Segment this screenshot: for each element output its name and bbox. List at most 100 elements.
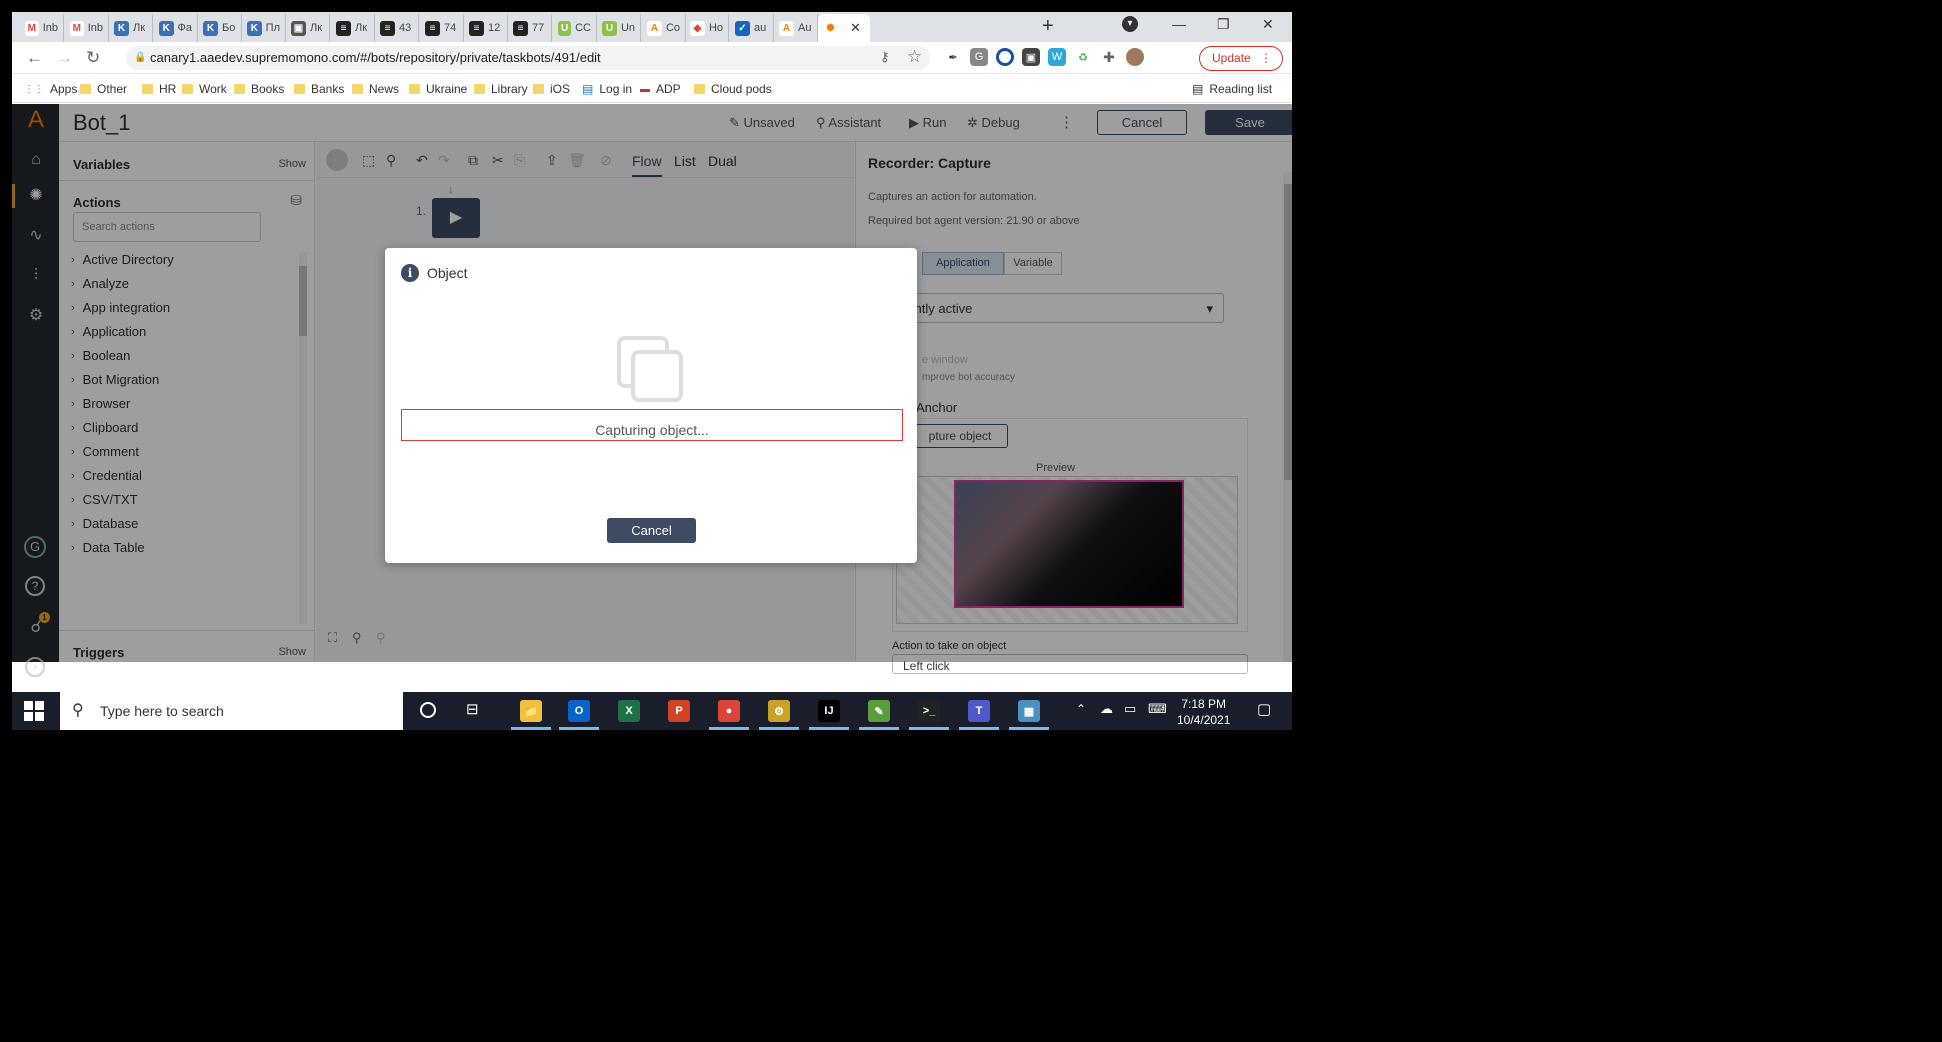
- close-tab-icon[interactable]: ✕: [850, 20, 861, 36]
- taskbar-app-icon[interactable]: IJ: [818, 700, 840, 722]
- tab-label: Лк: [355, 22, 368, 34]
- tray-chevron-icon[interactable]: ⌃: [1076, 702, 1086, 716]
- browser-tab[interactable]: A Au: [774, 14, 818, 42]
- bookmark-item[interactable]: Banks: [294, 82, 344, 96]
- browser-tab[interactable]: K Пл: [242, 14, 286, 42]
- tab-label: Au: [798, 22, 812, 34]
- folder-icon: [80, 84, 91, 94]
- browser-tab[interactable]: ≡ 74: [420, 14, 464, 42]
- update-button[interactable]: Update ⋮: [1199, 46, 1283, 71]
- cortana-icon[interactable]: [420, 702, 436, 718]
- bookmark-item[interactable]: News: [352, 82, 399, 96]
- tab-search-icon[interactable]: ▾: [1122, 16, 1138, 32]
- taskbar-app-icon[interactable]: P: [668, 700, 690, 722]
- tab-favicon-icon: ≡: [425, 20, 440, 36]
- tab-favicon-icon: ✓: [735, 20, 750, 36]
- browser-tab[interactable]: ≡ 12: [464, 14, 508, 42]
- bookmark-item[interactable]: Other: [80, 82, 127, 96]
- tab-label: CC: [575, 22, 591, 34]
- bookmark-label: Apps: [50, 82, 78, 96]
- browser-tab[interactable]: K Бо: [198, 14, 242, 42]
- extension-feather-icon[interactable]: ✒: [944, 48, 962, 66]
- bookmark-item[interactable]: iOS: [533, 82, 570, 96]
- tab-label: 12: [488, 22, 501, 34]
- bookmark-item[interactable]: Ukraine: [409, 82, 467, 96]
- browser-tab[interactable]: ▣ Лк: [286, 14, 330, 42]
- minimize-icon[interactable]: —: [1172, 16, 1186, 32]
- extension-w-icon[interactable]: W: [1048, 48, 1066, 66]
- folder-icon: [409, 84, 420, 94]
- task-view-icon[interactable]: ⊟: [466, 700, 479, 718]
- taskbar-active-indicator: [859, 727, 899, 730]
- browser-tab[interactable]: U Un: [597, 14, 641, 42]
- browser-tab[interactable]: K Лк: [109, 14, 153, 42]
- taskbar-clock[interactable]: 7:18 PM 10/4/2021: [1177, 696, 1230, 728]
- tab-label: Лк: [133, 22, 146, 34]
- bookmark-item[interactable]: ▤ Log in: [582, 82, 632, 96]
- browser-tab[interactable]: ≡ 77: [508, 14, 552, 42]
- restore-icon[interactable]: ❐: [1217, 16, 1230, 33]
- bookmark-label: Other: [97, 82, 128, 96]
- bookmark-item[interactable]: Books: [234, 82, 284, 96]
- new-tab-button[interactable]: +: [1042, 15, 1054, 38]
- browser-tab[interactable]: K Фа: [154, 14, 198, 42]
- browser-tab[interactable]: ✺ ✕: [818, 14, 870, 42]
- bookmark-label: Work: [199, 82, 227, 96]
- action-center-icon[interactable]: ▢: [1257, 700, 1271, 718]
- network-icon[interactable]: ⌨: [1148, 701, 1167, 717]
- browser-tab[interactable]: M Inb: [20, 14, 64, 42]
- extension-g-icon[interactable]: G: [970, 48, 988, 66]
- tab-label: Ho: [708, 22, 723, 34]
- reload-icon[interactable]: ↻: [86, 48, 100, 68]
- taskbar-app-icon[interactable]: 📁: [520, 700, 542, 722]
- windows-start-icon[interactable]: [24, 701, 44, 721]
- extension-green-icon[interactable]: ♻: [1074, 48, 1092, 66]
- key-icon[interactable]: ⚷: [880, 49, 890, 65]
- tab-favicon-icon: ◆: [690, 20, 705, 36]
- profile-avatar[interactable]: [1126, 48, 1144, 66]
- bookmark-item[interactable]: ⋮⋮ Apps: [24, 82, 77, 96]
- taskbar-app-icon[interactable]: X: [618, 700, 640, 722]
- onedrive-icon[interactable]: ☁: [1100, 701, 1113, 717]
- bookmark-item[interactable]: HR: [142, 82, 176, 96]
- reading-list-icon: ▤: [1192, 82, 1204, 96]
- bookmark-item[interactable]: Library: [474, 82, 528, 96]
- back-icon[interactable]: ←: [26, 48, 43, 68]
- bookmark-star-icon[interactable]: ☆: [907, 47, 922, 67]
- taskbar-app-icon[interactable]: ✎: [868, 700, 890, 722]
- bookmark-item[interactable]: ▬ ADP: [640, 82, 681, 96]
- close-window-icon[interactable]: ✕: [1262, 16, 1274, 33]
- taskbar-app-icon[interactable]: O: [568, 700, 590, 722]
- dialog-cancel-button[interactable]: Cancel: [607, 518, 696, 543]
- browser-tab[interactable]: A Co: [642, 14, 686, 42]
- taskbar-app-icon[interactable]: T: [968, 700, 990, 722]
- taskbar-app-icon[interactable]: >_: [918, 700, 940, 722]
- browser-tab[interactable]: ✓ au: [730, 14, 774, 42]
- taskbar-active-indicator: [1009, 727, 1049, 730]
- bookmark-item[interactable]: Cloud pods: [694, 82, 772, 96]
- browser-tab[interactable]: ≡ 43: [375, 14, 419, 42]
- browser-tab[interactable]: U CC: [553, 14, 597, 42]
- battery-icon[interactable]: ▭: [1124, 701, 1136, 717]
- browser-tab[interactable]: M Inb: [65, 14, 109, 42]
- taskbar-active-indicator: [511, 727, 551, 730]
- extensions-puzzle-icon[interactable]: ✚: [1100, 48, 1118, 66]
- reading-list[interactable]: ▤ Reading list: [1192, 82, 1272, 96]
- more-vert-icon: ⋮: [1260, 51, 1272, 65]
- tab-favicon-icon: M: [25, 20, 39, 36]
- browser-tab[interactable]: ≡ Лк: [331, 14, 375, 42]
- extension-circle-icon[interactable]: [996, 48, 1014, 66]
- bookmark-item[interactable]: Work: [182, 82, 227, 96]
- browser-tab[interactable]: ◆ Ho: [685, 14, 729, 42]
- forward-icon[interactable]: →: [56, 48, 73, 68]
- taskbar-app-icon[interactable]: ⚙: [768, 700, 790, 722]
- page-icon: ▤: [582, 82, 594, 96]
- taskbar-app-icon[interactable]: ▦: [1018, 700, 1040, 722]
- extension-puzzle-dark-icon[interactable]: ▣: [1022, 48, 1040, 66]
- apps-grid-icon: ⋮⋮: [24, 83, 44, 95]
- address-bar[interactable]: 🔒 canary1.aaedev.supremomono.com/#/bots/…: [126, 46, 930, 70]
- taskbar-search-box[interactable]: ⚲ Type here to search: [60, 692, 403, 730]
- info-icon: i: [401, 264, 419, 282]
- taskbar-app-icon[interactable]: ●: [718, 700, 740, 722]
- tab-favicon-icon: ≡: [336, 20, 351, 36]
